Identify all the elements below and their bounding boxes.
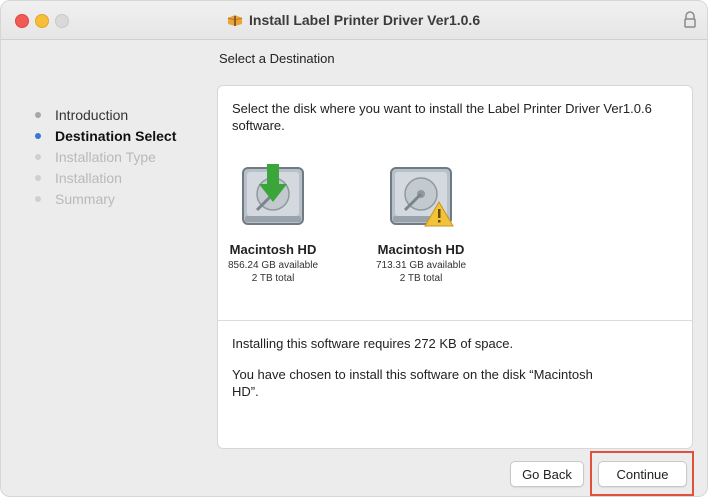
sidebar-step-destination-select: Destination Select (35, 126, 176, 146)
window-title: Install Label Printer Driver Ver1.0.6 (249, 12, 481, 28)
disk-name: Macintosh HD (229, 242, 317, 257)
step-bullet (35, 133, 41, 139)
lock-icon (684, 11, 696, 28)
disk-total: 2 TB total (251, 273, 295, 284)
disk-option-2[interactable]: Macintosh HD 713.31 GB available 2 TB to… (346, 160, 496, 285)
package-icon (227, 15, 243, 26)
title-bar: Install Label Printer Driver Ver1.0.6 (1, 1, 707, 40)
minimize-window-button[interactable] (35, 14, 49, 28)
sidebar-step-installation: Installation (35, 168, 176, 188)
destination-panel: Select the disk where you want to instal… (217, 85, 693, 449)
instruction-text: Select the disk where you want to instal… (232, 101, 652, 133)
step-label: Installation (55, 170, 122, 186)
hard-disk-icon (385, 160, 457, 232)
sidebar-step-introduction: Introduction (35, 105, 176, 125)
sidebar-step-summary: Summary (35, 189, 176, 209)
step-label: Installation Type (55, 149, 156, 165)
installer-window: Install Label Printer Driver Ver1.0.6 Se… (0, 0, 708, 497)
hard-disk-icon (237, 160, 309, 232)
sidebar-step-installation-type: Installation Type (35, 147, 176, 167)
disk-total: 2 TB total (399, 273, 443, 284)
disk-available: 856.24 GB available (227, 260, 319, 271)
step-label: Summary (55, 191, 115, 207)
disk-option-1[interactable]: Macintosh HD 856.24 GB available 2 TB to… (198, 160, 348, 285)
step-bullet (35, 196, 41, 202)
disk-available: 713.31 GB available (375, 260, 467, 271)
page-title: Select a Destination (219, 51, 335, 66)
step-label: Introduction (55, 107, 129, 123)
window-title-group: Install Label Printer Driver Ver1.0.6 (227, 10, 480, 30)
step-label: Destination Select (55, 128, 177, 144)
continue-button[interactable]: Continue (598, 461, 687, 487)
space-requirement-text: Installing this software requires 272 KB… (232, 336, 514, 351)
go-back-button[interactable]: Go Back (510, 461, 584, 487)
panel-divider (218, 320, 692, 321)
close-window-button[interactable] (15, 14, 29, 28)
step-bullet (35, 112, 41, 118)
chosen-disk-text: You have chosen to install this software… (232, 367, 593, 399)
steps-sidebar: Introduction Destination Select Installa… (35, 105, 176, 210)
step-bullet (35, 154, 41, 160)
disk-name: Macintosh HD (377, 242, 465, 257)
zoom-window-button[interactable] (55, 14, 69, 28)
step-bullet (35, 175, 41, 181)
